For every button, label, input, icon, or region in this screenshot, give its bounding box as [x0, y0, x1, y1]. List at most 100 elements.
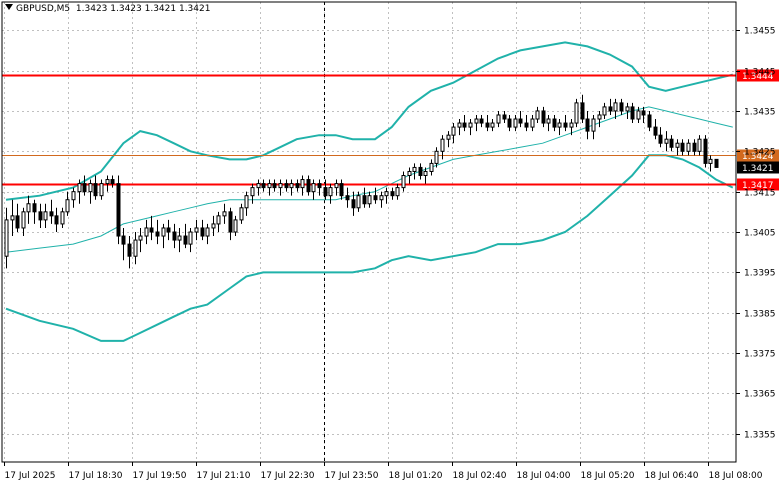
- candle-body: [390, 191, 395, 197]
- candle-body: [457, 122, 462, 128]
- candle-body: [351, 199, 356, 209]
- current-price-label: 1.3421: [742, 164, 774, 174]
- x-tick-label: 18 Jul 02:40: [453, 471, 507, 481]
- candle-body: [144, 227, 149, 237]
- x-tick-label: 18 Jul 06:40: [645, 471, 699, 481]
- candle: [714, 158, 719, 168]
- chart-title: GBPUSD,M5 1.3423 1.3423 1.3421 1.3421: [5, 4, 210, 14]
- x-tick-label: 18 Jul 04:00: [517, 471, 571, 481]
- candle-body: [485, 122, 490, 128]
- candle-body: [658, 134, 663, 144]
- candle-body: [395, 187, 400, 197]
- candle-body: [256, 183, 261, 189]
- candle-body: [423, 170, 428, 177]
- y-tick-label: 1.3445: [744, 68, 776, 78]
- candle-body: [4, 219, 9, 257]
- candle-body: [278, 183, 283, 189]
- candle-body: [686, 142, 691, 152]
- candle-body: [362, 195, 367, 205]
- candle-body: [546, 118, 551, 124]
- candle-body: [71, 191, 76, 201]
- candle-body: [440, 138, 445, 152]
- candle-body: [82, 183, 87, 193]
- x-tick-label: 17 Jul 18:30: [69, 471, 123, 481]
- candle-body: [239, 207, 244, 221]
- candle-body: [172, 231, 177, 241]
- y-tick-label: 1.3355: [744, 431, 776, 441]
- candle-body: [121, 235, 126, 245]
- candle-body: [541, 110, 546, 124]
- candle-body: [384, 191, 389, 197]
- candle-body: [43, 211, 48, 221]
- candle-body: [317, 183, 322, 189]
- candle-body: [535, 110, 540, 120]
- candle-body: [77, 183, 82, 193]
- y-tick-label: 1.3415: [744, 189, 776, 199]
- chart-canvas[interactable]: 1.34441.34171.34241.3421 1.34551.34451.3…: [0, 0, 781, 489]
- candle-body: [653, 126, 658, 136]
- ohlc-readout: 1.3423 1.3423 1.3421 1.3421: [75, 4, 211, 14]
- candle-body: [356, 195, 361, 209]
- candle-body: [88, 183, 93, 193]
- candle-body: [161, 227, 166, 237]
- candle-body: [149, 227, 154, 233]
- candle-body: [323, 187, 328, 197]
- candle-body: [10, 215, 15, 221]
- candle-body: [339, 183, 344, 197]
- candle-body: [345, 195, 350, 201]
- candle-body: [38, 211, 43, 221]
- candle-body: [557, 122, 562, 128]
- x-tick-label: 18 Jul 01:20: [389, 471, 443, 481]
- candle-body: [155, 231, 160, 237]
- candle-body: [200, 227, 205, 237]
- candle: [116, 175, 121, 245]
- x-tick-label: 17 Jul 23:50: [325, 471, 379, 481]
- candle-body: [26, 203, 31, 213]
- candle: [574, 98, 579, 128]
- candle-body: [65, 199, 70, 213]
- candle-body: [451, 126, 456, 136]
- symbol-label: GBPUSD,M5: [16, 4, 71, 14]
- candle-body: [703, 138, 708, 164]
- candle: [703, 135, 708, 168]
- candle-body: [664, 138, 669, 144]
- candle-body: [311, 183, 316, 193]
- candle-body: [619, 102, 624, 112]
- candle-body: [468, 122, 473, 128]
- x-tick-label: 18 Jul 08:00: [709, 471, 763, 481]
- candle-body: [429, 162, 434, 172]
- candle-body: [714, 158, 719, 168]
- y-tick-label: 1.3395: [744, 269, 776, 279]
- candle-body: [110, 179, 115, 185]
- candle-body: [680, 142, 685, 152]
- y-tick-label: 1.3455: [744, 27, 776, 37]
- dropdown-triangle-icon[interactable]: [5, 4, 13, 10]
- x-tick-label: 17 Jul 21:10: [197, 471, 251, 481]
- candle-body: [127, 243, 132, 257]
- candle-body: [569, 122, 574, 128]
- candle-body: [446, 134, 451, 140]
- candle-body: [507, 118, 512, 128]
- candle-body: [32, 203, 37, 213]
- candle-body: [379, 195, 384, 201]
- price-chart[interactable]: 1.3444 1.3417 1.3424 1.3421 1.3455 1.3445 1.3…: [0, 0, 781, 489]
- candle-body: [502, 114, 507, 120]
- candle-body: [669, 138, 674, 148]
- candle-body: [21, 211, 26, 229]
- candle-body: [479, 118, 484, 124]
- candle-body: [580, 102, 585, 120]
- candle-body: [496, 114, 501, 124]
- candle-body: [295, 183, 300, 189]
- candle-body: [250, 187, 255, 197]
- candle-body: [692, 142, 697, 152]
- y-tick-label: 1.3385: [744, 310, 776, 320]
- candle-body: [513, 118, 518, 128]
- candle-body: [334, 183, 339, 189]
- candle-body: [630, 106, 635, 120]
- candle-body: [591, 118, 596, 132]
- candle-body: [697, 138, 702, 152]
- y-tick-label: 1.3405: [744, 229, 776, 239]
- candle-body: [60, 211, 65, 225]
- candle-body: [306, 179, 311, 193]
- candle-body: [462, 122, 467, 128]
